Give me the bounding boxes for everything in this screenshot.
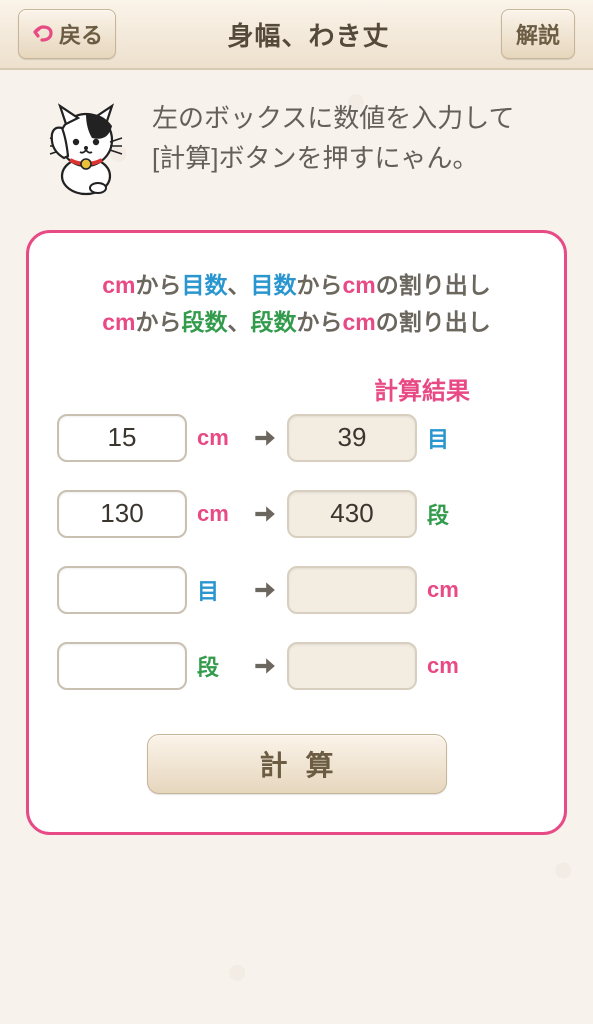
input-field[interactable] <box>57 642 187 690</box>
back-button[interactable]: 戻る <box>18 9 116 59</box>
calc-row: 目 cm <box>57 566 536 614</box>
intro-line2: [計算]ボタンを押すにゃん。 <box>152 138 514 178</box>
arrow-right-icon <box>251 425 277 451</box>
input-unit: cm <box>197 501 241 527</box>
heading-cm: cm <box>102 272 135 298</box>
arrow-right-icon <box>251 653 277 679</box>
result-header: 計算結果 <box>57 371 470 406</box>
result-unit: cm <box>427 653 471 679</box>
result-unit: cm <box>427 577 471 603</box>
result-unit: 目 <box>427 422 471 454</box>
calc-row: 段 cm <box>57 642 536 690</box>
page-title: 身幅、わき丈 <box>227 16 389 53</box>
heading-line2: cmから段数、段数からcmの割り出し <box>57 304 536 341</box>
result-field <box>287 566 417 614</box>
calculate-button[interactable]: 計算 <box>147 734 447 794</box>
heading-me: 目数 <box>182 272 228 298</box>
header-bar: 戻る 身幅、わき丈 解説 <box>0 0 593 70</box>
input-field[interactable] <box>57 566 187 614</box>
calc-row: 130 cm 430 段 <box>57 490 536 538</box>
back-button-label: 戻る <box>59 18 103 50</box>
result-field: 430 <box>287 490 417 538</box>
input-field[interactable]: 130 <box>57 490 187 538</box>
back-arrow-icon <box>31 22 55 46</box>
arrow-right-icon <box>251 501 277 527</box>
intro-section: 左のボックスに数値を入力して [計算]ボタンを押すにゃん。 <box>0 70 593 208</box>
intro-text: 左のボックスに数値を入力して [計算]ボタンを押すにゃん。 <box>152 98 514 179</box>
rows-container: 15cm39目130cm430段目cm段cm <box>57 414 536 690</box>
input-unit: 目 <box>197 574 241 606</box>
help-button-label: 解説 <box>516 18 560 50</box>
help-button[interactable]: 解説 <box>501 9 575 59</box>
heading-dan: 段数 <box>182 309 228 335</box>
heading: cmから目数、目数からcmの割り出し cmから段数、段数からcmの割り出し <box>57 267 536 341</box>
calculator-card: cmから目数、目数からcmの割り出し cmから段数、段数からcmの割り出し 計算… <box>26 230 567 835</box>
input-field[interactable]: 15 <box>57 414 187 462</box>
heading-line1: cmから目数、目数からcmの割り出し <box>57 267 536 304</box>
arrow-right-icon <box>251 577 277 603</box>
input-unit: 段 <box>197 650 241 682</box>
calculate-button-label: 計算 <box>259 750 351 781</box>
result-unit: 段 <box>427 498 471 530</box>
result-field <box>287 642 417 690</box>
calc-row: 15 cm 39 目 <box>57 414 536 462</box>
input-unit: cm <box>197 425 241 451</box>
cat-icon <box>36 98 136 198</box>
result-field: 39 <box>287 414 417 462</box>
intro-line1: 左のボックスに数値を入力して <box>152 98 514 138</box>
